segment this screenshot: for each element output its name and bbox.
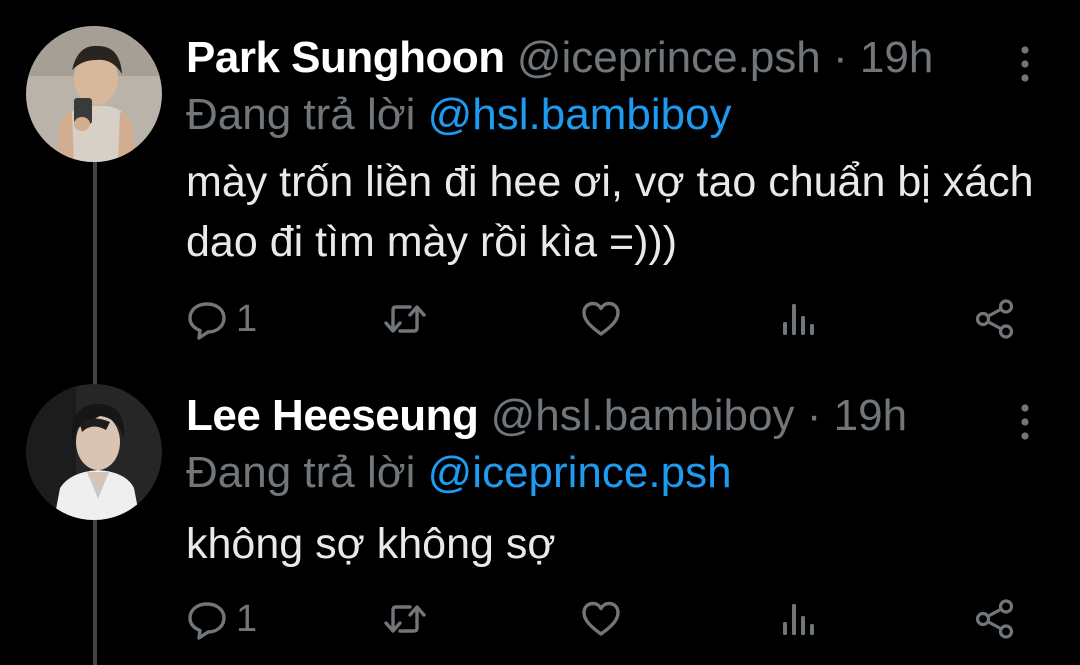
replying-to-link[interactable]: @hsl.bambiboy bbox=[428, 90, 732, 139]
analytics-button[interactable] bbox=[780, 594, 816, 644]
timestamp[interactable]: 19h bbox=[860, 33, 933, 82]
share-icon bbox=[974, 298, 1016, 340]
reply-icon bbox=[186, 598, 228, 640]
tweet-text: không sợ không sợ bbox=[186, 520, 556, 568]
separator: · bbox=[833, 33, 848, 82]
share-button[interactable] bbox=[974, 594, 1016, 644]
like-icon bbox=[580, 598, 622, 640]
tweet-text: mày trốn liền đi hee ơi, vợ tao chuẩn bị… bbox=[186, 158, 1034, 266]
tweet-actions: 1 bbox=[0, 594, 1080, 644]
avatar[interactable] bbox=[26, 26, 162, 162]
like-button[interactable] bbox=[580, 594, 622, 644]
reply-button[interactable]: 1 bbox=[186, 294, 257, 344]
retweet-icon bbox=[383, 298, 427, 340]
replying-to-label: Đang trả lời bbox=[186, 448, 416, 497]
tweet-header: Lee Heeseung @hsl.bambiboy · 19h bbox=[186, 390, 907, 442]
more-icon[interactable] bbox=[1015, 44, 1035, 84]
share-icon bbox=[974, 598, 1016, 640]
user-handle[interactable]: @hsl.bambiboy bbox=[491, 391, 795, 440]
analytics-icon bbox=[780, 598, 816, 640]
tweet[interactable]: Park Sunghoon @iceprince.psh · 19h Đang … bbox=[0, 22, 1080, 352]
avatar[interactable] bbox=[26, 384, 162, 520]
retweet-button[interactable] bbox=[383, 294, 427, 344]
timestamp[interactable]: 19h bbox=[834, 391, 907, 440]
tweet-header: Park Sunghoon @iceprince.psh · 19h bbox=[186, 32, 933, 84]
retweet-button[interactable] bbox=[383, 594, 427, 644]
reply-button[interactable]: 1 bbox=[186, 594, 257, 644]
tweet-actions: 1 bbox=[0, 294, 1080, 344]
separator: · bbox=[806, 391, 822, 440]
like-button[interactable] bbox=[580, 294, 622, 344]
user-handle[interactable]: @iceprince.psh bbox=[517, 33, 821, 82]
retweet-icon bbox=[383, 598, 427, 640]
reply-icon bbox=[186, 298, 228, 340]
replying-to: Đang trả lời @iceprince.psh bbox=[186, 447, 732, 499]
tweet[interactable]: Lee Heeseung @hsl.bambiboy · 19h Đang tr… bbox=[0, 380, 1080, 665]
analytics-icon bbox=[780, 298, 816, 340]
replying-to: Đang trả lời @hsl.bambiboy bbox=[186, 89, 732, 141]
like-icon bbox=[580, 298, 622, 340]
replying-to-label: Đang trả lời bbox=[186, 90, 416, 139]
reply-count: 1 bbox=[236, 598, 258, 640]
share-button[interactable] bbox=[974, 294, 1016, 344]
analytics-button[interactable] bbox=[780, 294, 816, 344]
more-icon[interactable] bbox=[1015, 402, 1035, 442]
display-name[interactable]: Lee Heeseung bbox=[186, 391, 479, 440]
reply-count: 1 bbox=[236, 298, 258, 340]
replying-to-link[interactable]: @iceprince.psh bbox=[428, 448, 732, 497]
display-name[interactable]: Park Sunghoon bbox=[186, 33, 505, 82]
